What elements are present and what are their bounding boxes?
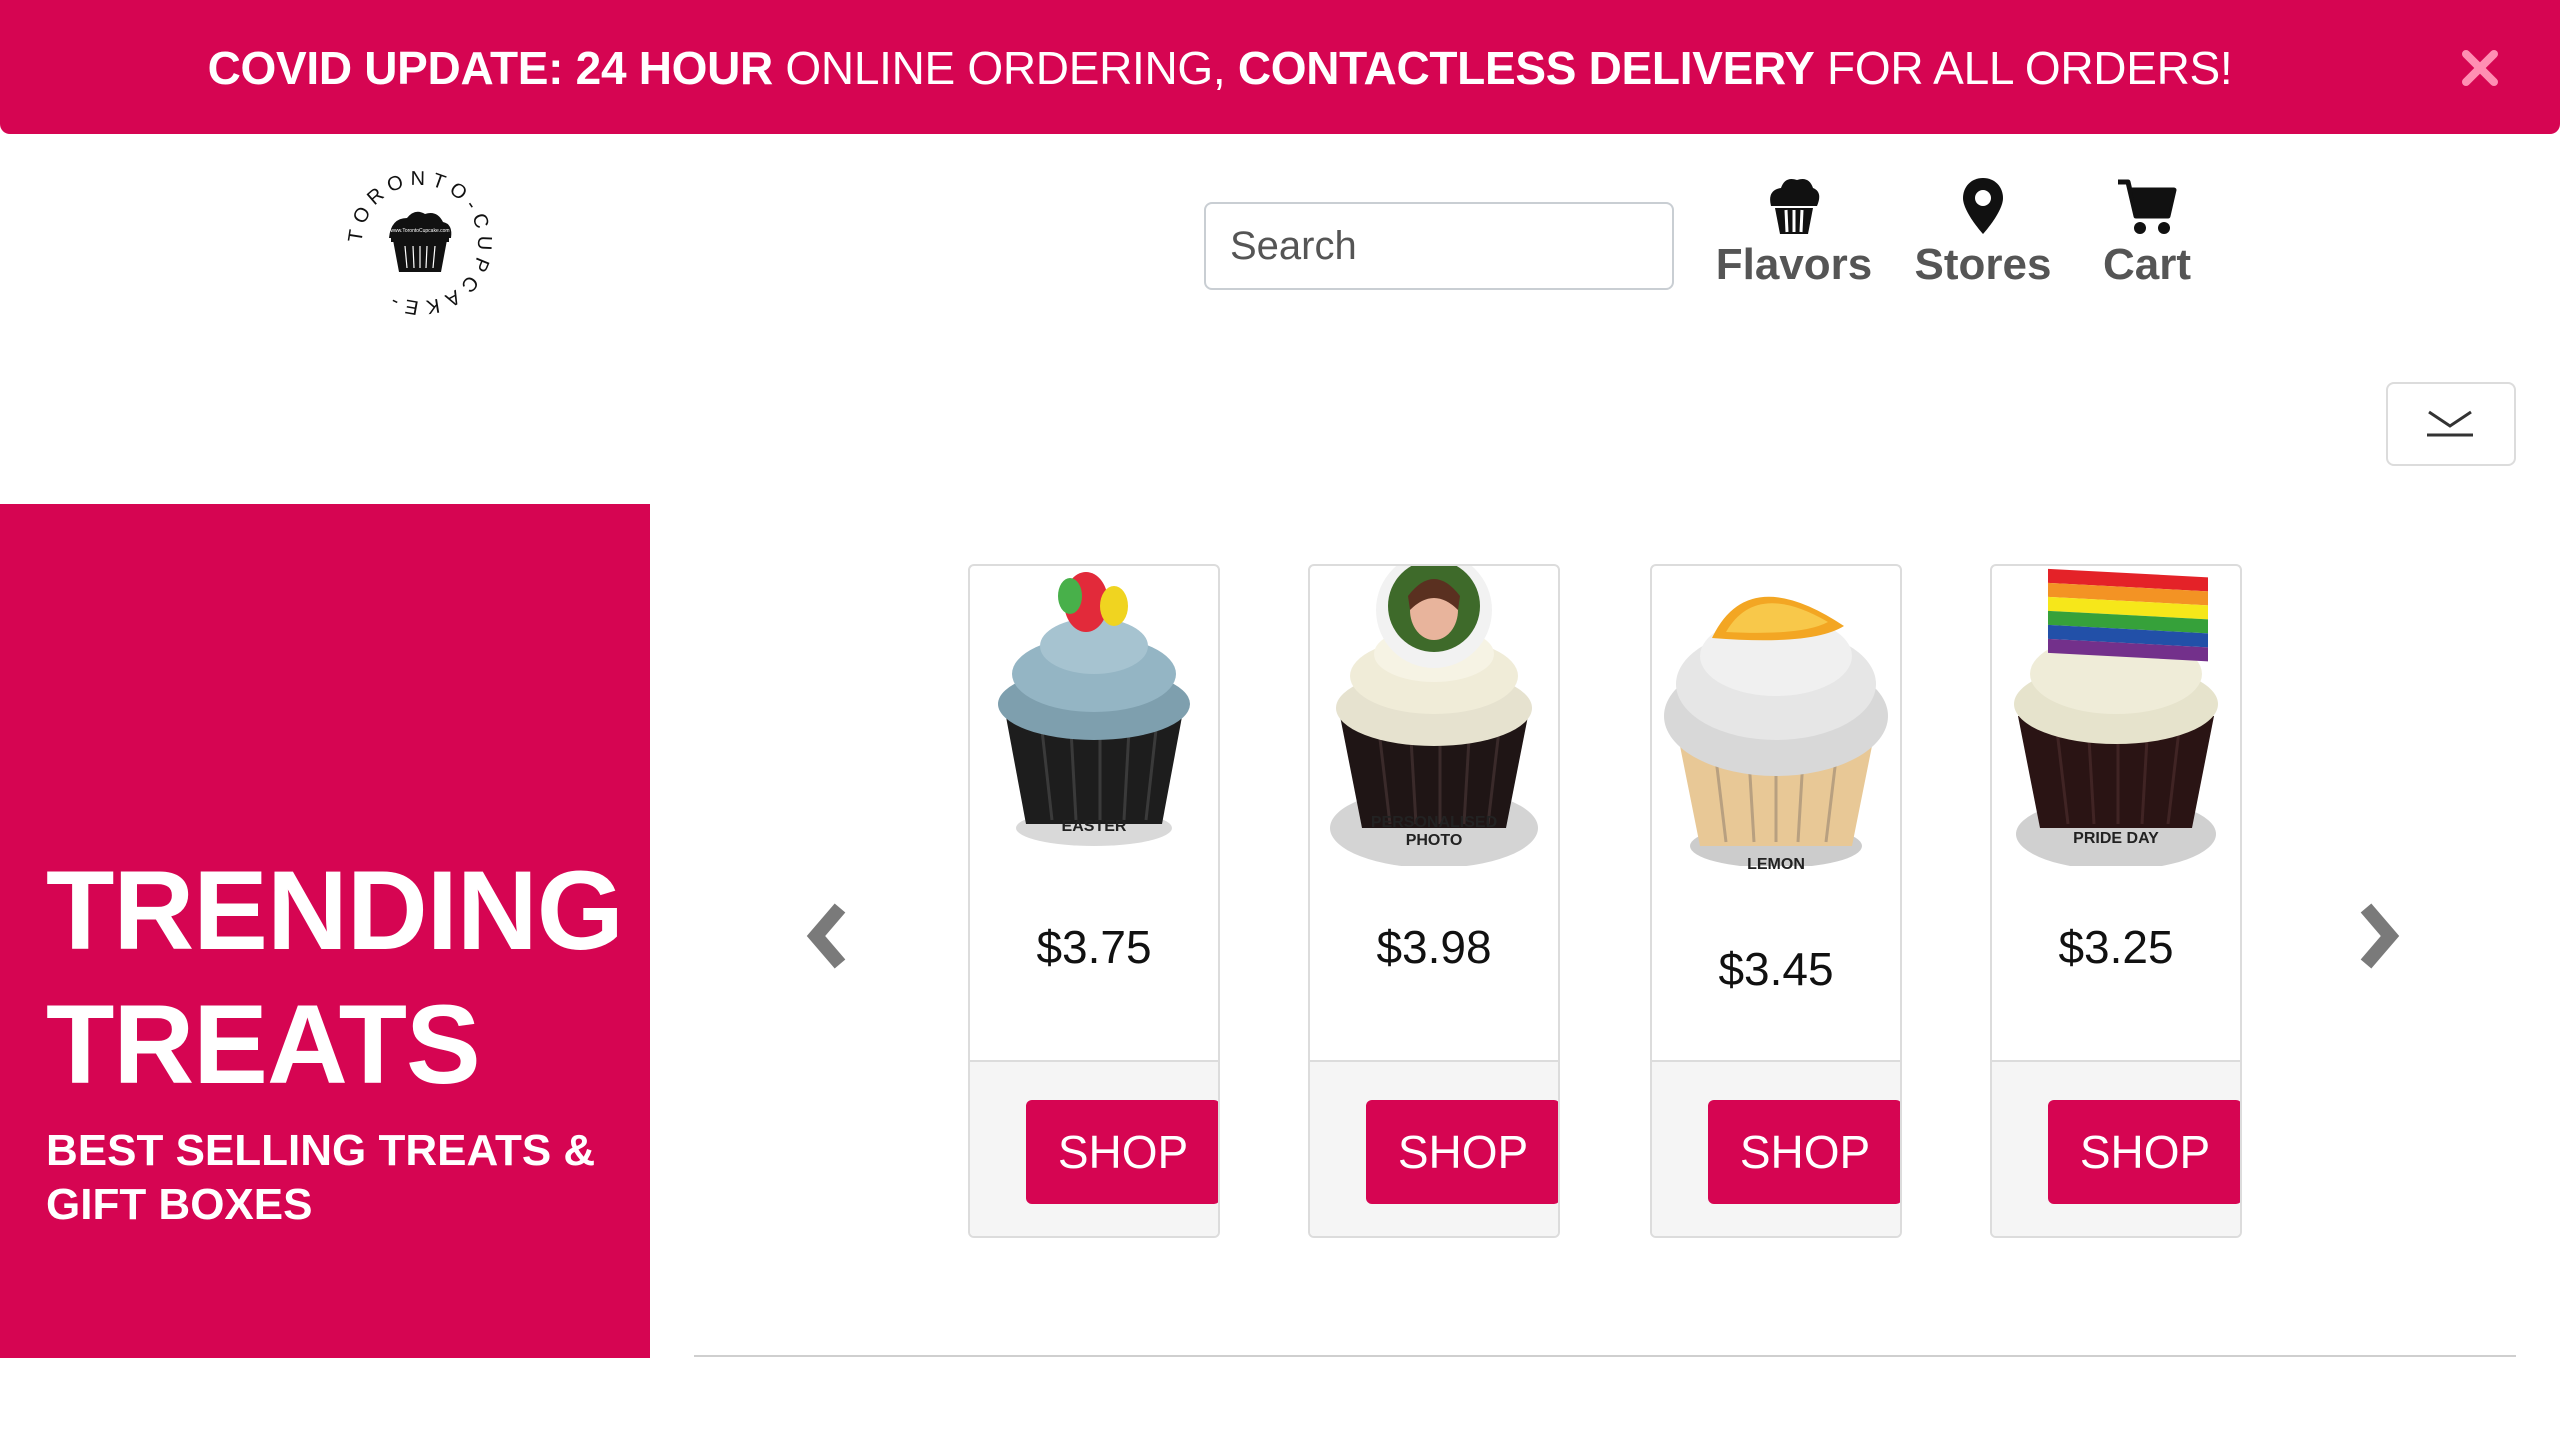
- product-card[interactable]: LEMON $3.45 SHOP: [1650, 564, 1902, 1238]
- card-footer: SHOP: [1310, 1060, 1558, 1236]
- trending-title: TRENDING TREATS: [46, 848, 624, 1107]
- product-price: $3.75: [1036, 921, 1152, 973]
- nav-flavors-label: Flavors: [1715, 240, 1873, 289]
- product-card[interactable]: EASTER $3.75 SHOP: [968, 564, 1220, 1238]
- chevron-left-icon[interactable]: [800, 896, 860, 976]
- collapse-button[interactable]: [2386, 382, 2516, 466]
- covid-banner: COVID UPDATE: 24 HOUR ONLINE ORDERING, C…: [0, 0, 2560, 134]
- nav-flavors[interactable]: Flavors: [1712, 176, 1876, 290]
- product-tag: PRIDE DAY: [2073, 830, 2159, 847]
- close-icon[interactable]: [2458, 46, 2502, 90]
- product-price: $3.98: [1376, 921, 1492, 973]
- product-price: $3.45: [1718, 943, 1834, 995]
- product-tag: PERSONALISED PHOTO: [1370, 814, 1498, 849]
- search-input[interactable]: [1204, 202, 1674, 290]
- section-divider: [694, 1355, 2516, 1357]
- trending-subtitle: BEST SELLING TREATS & GIFT BOXES: [46, 1126, 596, 1229]
- trending-panel: TRENDING TREATS BEST SELLING TREATS & GI…: [0, 504, 650, 1358]
- product-price: $3.25: [2058, 921, 2174, 973]
- chevron-down-icon: [2427, 410, 2473, 437]
- chevron-right-icon[interactable]: [2348, 896, 2408, 976]
- svg-text:www.TorontoCupcake.com: www.TorontoCupcake.com: [390, 228, 449, 234]
- nav-cart-label: Cart: [2102, 240, 2192, 289]
- map-pin-icon: [1963, 178, 2003, 234]
- product-tag: EASTER: [1061, 818, 1127, 835]
- shop-button[interactable]: SHOP: [1708, 1100, 1900, 1204]
- product-card[interactable]: PERSONALISED PHOTO $3.98 SHOP: [1308, 564, 1560, 1238]
- nav-stores[interactable]: Stores: [1908, 176, 2058, 290]
- shop-button[interactable]: SHOP: [2048, 1100, 2240, 1204]
- shop-button[interactable]: SHOP: [1026, 1100, 1218, 1204]
- toronto-cupcake-logo[interactable]: TORONTO-CUPCAKE- www.TorontoCupcake.com: [345, 168, 495, 318]
- product-tag: LEMON: [1747, 856, 1805, 873]
- banner-message: COVID UPDATE: 24 HOUR ONLINE ORDERING, C…: [207, 42, 2233, 94]
- cart-icon: [2118, 179, 2177, 234]
- nav-cart[interactable]: Cart: [2090, 176, 2204, 290]
- card-footer: SHOP: [1652, 1060, 1900, 1236]
- product-card[interactable]: PRIDE DAY $3.25 SHOP: [1990, 564, 2242, 1238]
- shop-button[interactable]: SHOP: [1366, 1100, 1558, 1204]
- card-footer: SHOP: [970, 1060, 1218, 1236]
- pride-cupcake-image: [2014, 568, 2218, 866]
- cupcake-icon: [1770, 179, 1820, 234]
- card-footer: SHOP: [1992, 1060, 2240, 1236]
- lemon-cupcake-image: [1664, 596, 1888, 866]
- nav-stores-label: Stores: [1914, 240, 2052, 289]
